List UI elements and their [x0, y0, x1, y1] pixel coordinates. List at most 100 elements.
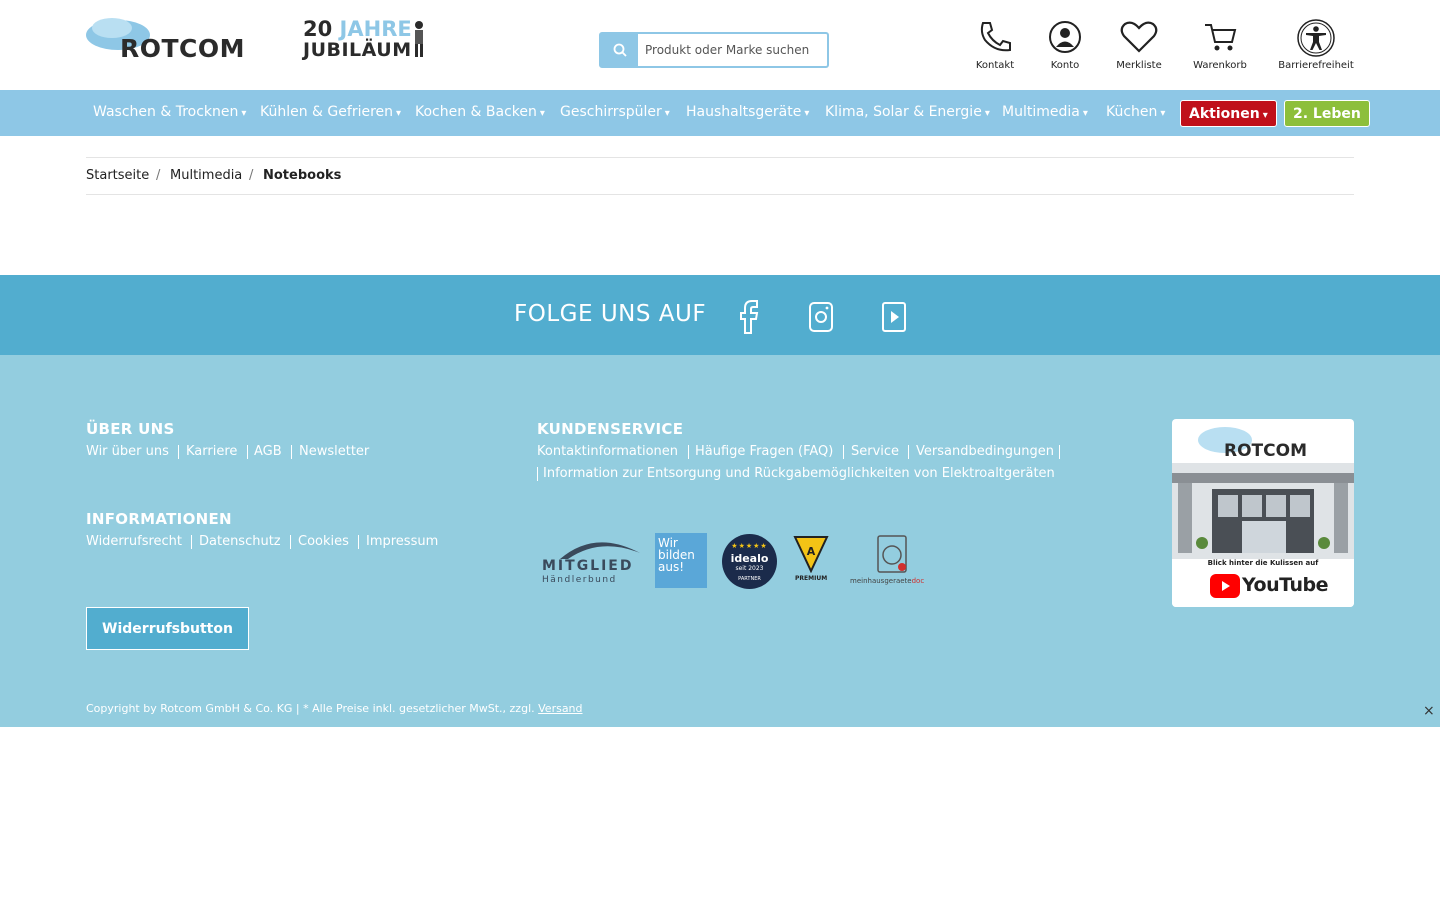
breadcrumb: Startseite / Multimedia / Notebooks	[86, 157, 1354, 195]
premium-badge[interactable]: A PREMIUM	[793, 535, 829, 589]
phone-icon	[980, 22, 1011, 52]
logo-text: ROTCOM	[120, 34, 246, 63]
breadcrumb-multimedia[interactable]: Multimedia	[170, 168, 242, 183]
youtube-wordmark: YouTube	[1242, 574, 1328, 596]
footer-divider	[290, 535, 291, 549]
premium-triangle-icon: A	[793, 536, 829, 574]
chevron-down-icon: ▾	[241, 108, 247, 119]
chevron-down-icon: ▾	[1082, 108, 1088, 119]
footer-divider	[247, 445, 248, 459]
footer-link-entsorgung[interactable]: Information zur Entsorgung und Rückgabem…	[543, 466, 1055, 481]
breadcrumb-separator: /	[156, 168, 161, 183]
footer-divider	[291, 445, 292, 459]
heart-icon	[1120, 21, 1158, 53]
main-nav: Waschen & Trocknen ▾ Kühlen & Gefrieren ▾ …	[0, 90, 1440, 136]
promo-logo-text: ROTCOM	[1224, 441, 1307, 461]
footer-link-impressum[interactable]: Impressum	[366, 534, 438, 549]
footer-link-datenschutz[interactable]: Datenschutz	[199, 534, 281, 549]
breadcrumb-separator: /	[249, 168, 254, 183]
nav-item-kuehlen-gefrieren[interactable]: Kühlen & Gefrieren ▾	[260, 104, 401, 120]
nav-item-waschen-trocknen[interactable]: Waschen & Trocknen ▾	[93, 104, 246, 120]
footer-divider	[191, 535, 192, 549]
chevron-down-icon: ▾	[804, 108, 810, 119]
cart-icon	[1205, 24, 1237, 51]
wir-bilden-aus-text: Wir bilden aus!	[658, 536, 695, 574]
versand-link[interactable]: Versand	[538, 702, 582, 715]
chevron-down-icon: ▾	[984, 108, 990, 119]
search-box	[599, 32, 829, 68]
premium-text: PREMIUM	[795, 575, 828, 582]
footer-divider	[688, 445, 689, 459]
youtube-play-icon	[1210, 574, 1240, 598]
nav-item-haushaltsgeraete[interactable]: Haushaltsgeräte ▾	[686, 104, 809, 120]
nav-item-multimedia[interactable]: Multimedia ▾	[1002, 104, 1088, 120]
footer-heading-ueber-uns: ÜBER UNS	[86, 420, 175, 438]
search-input[interactable]	[645, 34, 823, 66]
footer-heading-kundenservice: KUNDENSERVICE	[537, 420, 684, 438]
haendlerbund-text: Händlerbund	[542, 575, 617, 585]
breadcrumb-startseite[interactable]: Startseite	[86, 168, 149, 183]
nav-zweites-leben-button[interactable]: 2. Leben	[1284, 100, 1370, 127]
footer-link-wir-ueber-uns[interactable]: Wir über uns	[86, 444, 169, 459]
follow-title: FOLGE UNS AUF	[514, 301, 707, 327]
instagram-icon[interactable]	[808, 297, 834, 335]
idealo-partner-badge[interactable]: ★★★★★ idealo seit 2023 PARTNER	[722, 534, 777, 589]
wir-bilden-aus-badge[interactable]: Wir bilden aus!	[655, 533, 707, 588]
haendlerbund-badge[interactable]: MITGLIED Händlerbund	[540, 533, 642, 589]
meinhaus-text: meinhausgeraetedoc	[850, 577, 925, 585]
footer-link-versandbedingungen[interactable]: Versandbedingungen	[916, 444, 1054, 459]
footer-heading-informationen: INFORMATIONEN	[86, 510, 232, 528]
footer-link-kontaktinformationen[interactable]: Kontaktinformationen	[537, 444, 678, 459]
footer-link-newsletter[interactable]: Newsletter	[299, 444, 369, 459]
idealo-partner-text: PARTNER	[738, 576, 761, 582]
nav-item-geschirrspueler[interactable]: Geschirrspüler ▾	[560, 104, 670, 120]
social-follow-bar: FOLGE UNS AUF	[0, 275, 1440, 355]
header-merkliste[interactable]: Merkliste	[1099, 20, 1179, 80]
youtube-promo-card[interactable]: ROTCOM Blick hinter die Kulissen auf You…	[1172, 419, 1354, 607]
footer-link-faq[interactable]: Häufige Fragen (FAQ)	[695, 444, 833, 459]
merkliste-label: Merkliste	[1116, 60, 1162, 71]
mascot-figure-icon	[415, 21, 423, 57]
chevron-down-icon: ▾	[664, 108, 670, 119]
search-icon	[613, 43, 627, 57]
youtube-icon[interactable]	[881, 297, 907, 335]
footer-link-karriere[interactable]: Karriere	[186, 444, 237, 459]
nav-item-kuechen[interactable]: Küchen ▾	[1106, 104, 1165, 120]
widerruf-button[interactable]: Widerrufsbutton	[86, 607, 249, 650]
kontakt-label: Kontakt	[975, 60, 1015, 71]
jubilaeum-badge[interactable]: 20 JAHRE JUBILÄUM	[303, 17, 433, 63]
header-kontakt[interactable]: Kontakt	[955, 20, 1035, 80]
nav-aktionen-button[interactable]: Aktionen ▾	[1180, 100, 1277, 127]
footer-divider	[178, 445, 179, 459]
accessibility-icon	[1297, 19, 1335, 57]
store-building-illustration	[1172, 463, 1354, 559]
footer-divider	[1059, 445, 1060, 459]
header-barrierefreiheit[interactable]: Barrierefreiheit	[1276, 19, 1356, 80]
header-warenkorb[interactable]: Warenkorb	[1180, 20, 1260, 80]
barrierefreiheit-label: Barrierefreiheit	[1278, 60, 1354, 71]
footer-link-service[interactable]: Service	[851, 444, 899, 459]
washing-machine-icon	[877, 535, 907, 573]
site-footer: ÜBER UNS Wir über uns Karriere AGB Newsl…	[0, 355, 1440, 727]
footer-link-widerrufsrecht[interactable]: Widerrufsrecht	[86, 534, 182, 549]
nav-item-klima-solar-energie[interactable]: Klima, Solar & Energie ▾	[825, 104, 990, 120]
header-konto[interactable]: Konto	[1025, 20, 1105, 80]
promo-caption: Blick hinter die Kulissen auf	[1207, 559, 1319, 567]
footer-link-agb[interactable]: AGB	[254, 444, 282, 459]
breadcrumb-notebooks: Notebooks	[263, 168, 342, 183]
mitglied-text: MITGLIED	[542, 558, 634, 574]
meinhausgeraetedoc-badge[interactable]: meinhausgeraetedoc	[848, 533, 938, 589]
footer-link-cookies[interactable]: Cookies	[298, 534, 349, 549]
konto-label: Konto	[1050, 60, 1080, 71]
footer-divider	[358, 535, 359, 549]
search-button[interactable]	[601, 34, 638, 66]
nav-item-kochen-backen[interactable]: Kochen & Backen ▾	[415, 104, 545, 120]
stars-icon: ★★★★★	[731, 542, 768, 550]
svg-text:A: A	[807, 545, 816, 558]
footer-divider	[537, 467, 538, 481]
jubilaeum-line1: 20 JAHRE	[303, 17, 412, 41]
close-icon[interactable]: ×	[1423, 703, 1435, 719]
facebook-icon[interactable]	[736, 297, 762, 335]
rotcom-logo[interactable]: ROTCOM	[86, 18, 245, 63]
user-icon	[1049, 21, 1081, 53]
